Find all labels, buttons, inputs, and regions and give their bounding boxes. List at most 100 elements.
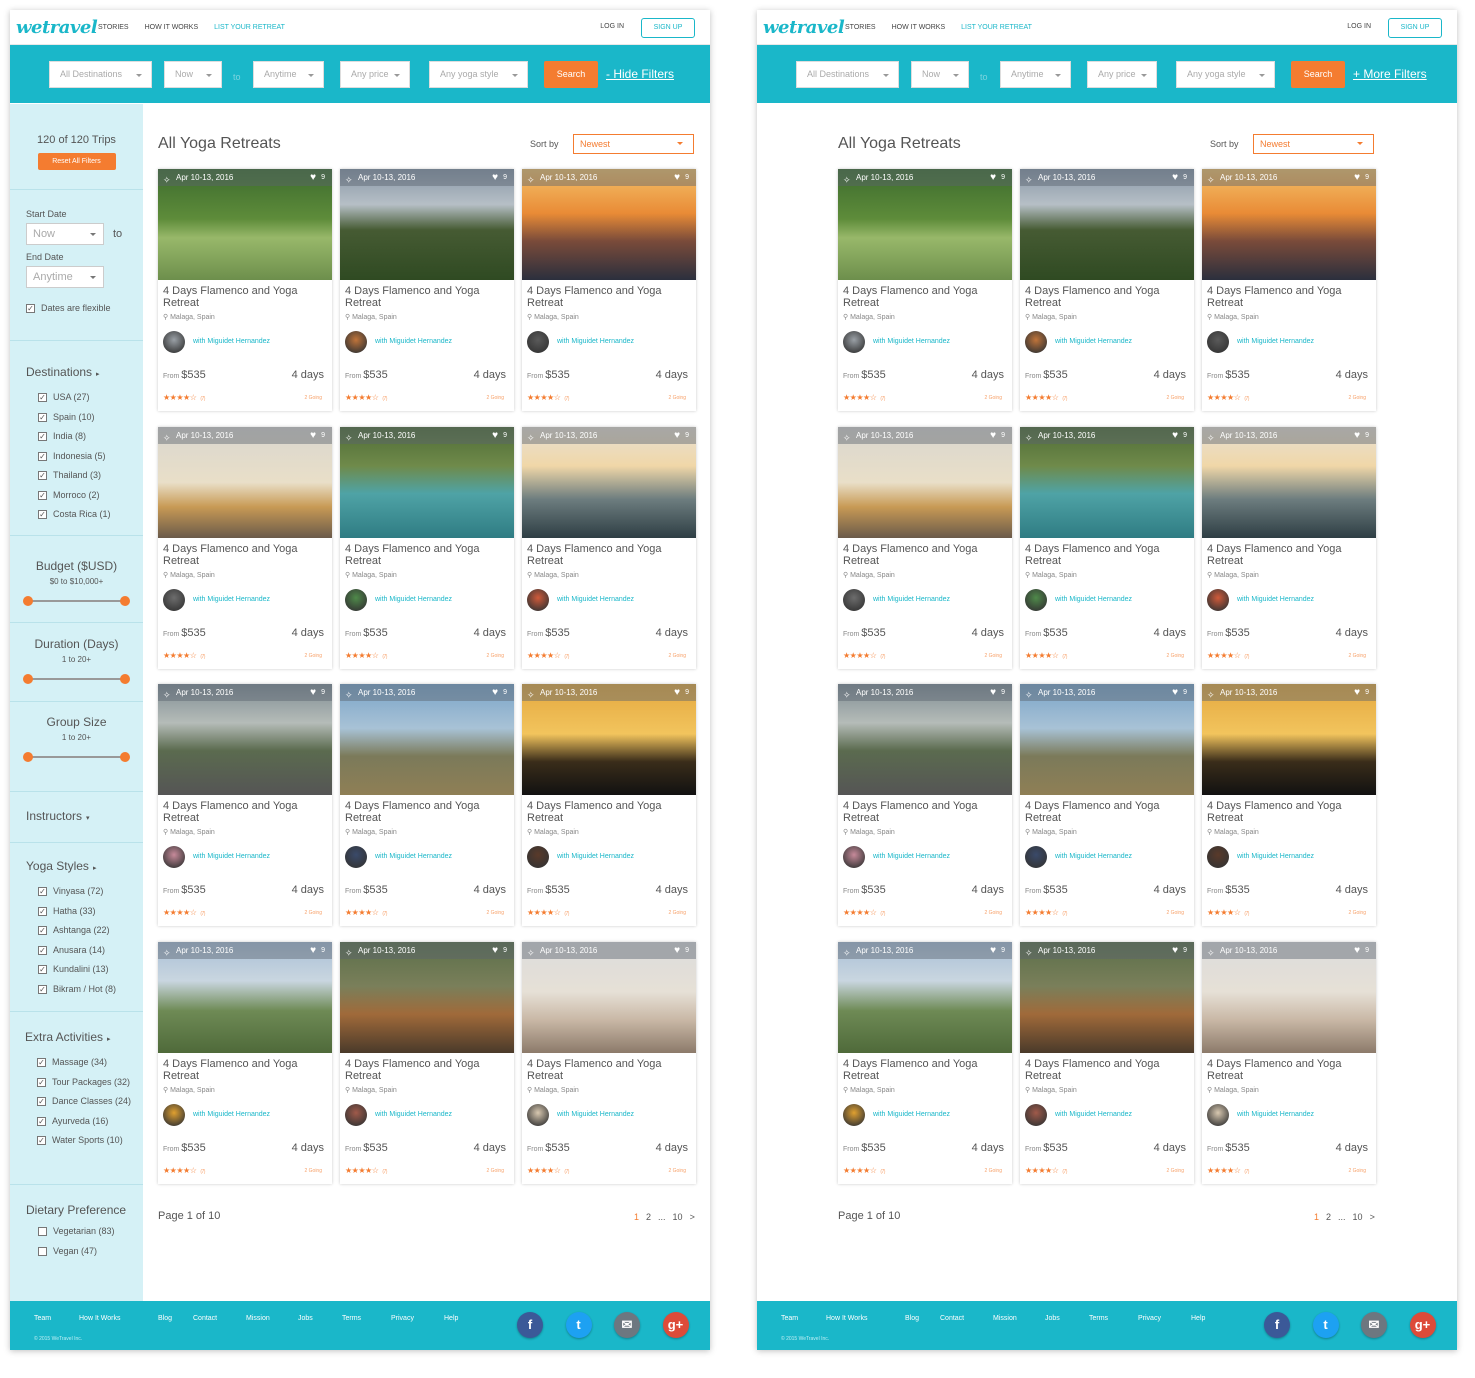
page-link[interactable]: 10 (673, 1212, 683, 1222)
instructor-avatar[interactable] (345, 846, 367, 868)
sort-select[interactable]: Newest (1253, 134, 1374, 154)
page-link[interactable]: > (1370, 1212, 1375, 1222)
retreat-card[interactable]: ✧ Apr 10-13, 2016 ♥ 9 4 Days Flamenco and Yo… (340, 169, 514, 411)
heart-icon[interactable]: ♥ (1172, 684, 1178, 701)
destination-checkbox[interactable]: ✓ Costa Rica (1) (38, 509, 143, 520)
email-icon[interactable]: ✉ (614, 1312, 640, 1338)
instructors-filter[interactable]: Instructors ▾ (26, 809, 143, 823)
retreat-photo[interactable]: ✧ Apr 10-13, 2016 ♥ 9 (1202, 941, 1376, 1053)
heart-icon[interactable]: ♥ (1172, 942, 1178, 959)
retreat-photo[interactable]: ✧ Apr 10-13, 2016 ♥ 9 (1020, 684, 1194, 795)
slider-max-handle[interactable] (120, 752, 130, 762)
start-date-select[interactable]: Now (164, 61, 222, 88)
footer-link[interactable]: How It Works (826, 1315, 905, 1322)
footer-link[interactable]: Terms (342, 1315, 391, 1322)
heart-icon[interactable]: ♥ (310, 942, 316, 959)
heart-icon[interactable]: ♥ (492, 427, 498, 444)
retreat-card[interactable]: ✧ Apr 10-13, 2016 ♥ 9 4 Days Flamenco and Yo… (1020, 684, 1194, 926)
instructor-link[interactable]: with Miguidet Hernandez (1055, 338, 1132, 345)
retreat-photo[interactable]: ✧ Apr 10-13, 2016 ♥ 9 (1202, 426, 1376, 538)
retreat-title[interactable]: 4 Days Flamenco and Yoga Retreat (527, 800, 692, 824)
retreat-card[interactable]: ✧ Apr 10-13, 2016 ♥ 9 4 Days Flamenco and Yo… (1202, 426, 1376, 669)
retreat-title[interactable]: 4 Days Flamenco and Yoga Retreat (1025, 543, 1190, 567)
retreat-title[interactable]: 4 Days Flamenco and Yoga Retreat (345, 285, 510, 309)
yoga-style-select[interactable]: Any yoga style (429, 61, 528, 88)
heart-icon[interactable]: ♥ (492, 169, 498, 186)
diet-checkbox[interactable]: Vegetarian (83) (38, 1226, 143, 1237)
login-link[interactable]: LOG IN (1347, 23, 1371, 30)
retreat-card[interactable]: ✧ Apr 10-13, 2016 ♥ 9 4 Days Flamenco and Yo… (1202, 684, 1376, 926)
yoga-style-checkbox[interactable]: ✓ Anusara (14) (38, 945, 143, 956)
footer-link[interactable]: Blog (905, 1315, 940, 1322)
heart-icon[interactable]: ♥ (990, 942, 996, 959)
footer-link[interactable]: Jobs (298, 1315, 342, 1322)
retreat-photo[interactable]: ✧ Apr 10-13, 2016 ♥ 9 (340, 941, 514, 1053)
instructor-link[interactable]: with Miguidet Hernandez (193, 338, 270, 345)
heart-icon[interactable]: ♥ (310, 427, 316, 444)
instructor-avatar[interactable] (345, 588, 367, 611)
start-date-dropdown[interactable]: Now (26, 223, 104, 245)
destinations-title[interactable]: Destinations ▸ (26, 365, 143, 379)
retreat-photo[interactable]: ✧ Apr 10-13, 2016 ♥ 9 (340, 169, 514, 280)
retreat-photo[interactable]: ✧ Apr 10-13, 2016 ♥ 9 (838, 684, 1012, 795)
footer-link[interactable]: Team (781, 1315, 826, 1322)
instructor-link[interactable]: with Miguidet Hernandez (557, 338, 634, 345)
start-date-select[interactable]: Now (911, 61, 969, 88)
signup-button[interactable]: SIGN UP (641, 18, 695, 38)
retreat-title[interactable]: 4 Days Flamenco and Yoga Retreat (843, 1058, 1008, 1082)
retreat-title[interactable]: 4 Days Flamenco and Yoga Retreat (345, 543, 510, 567)
extra-activity-checkbox[interactable]: ✓ Dance Classes (24) (37, 1096, 143, 1107)
instructor-link[interactable]: with Miguidet Hernandez (193, 853, 270, 860)
instructor-avatar[interactable] (843, 331, 865, 353)
retreat-card[interactable]: ✧ Apr 10-13, 2016 ♥ 9 4 Days Flamenco and Yo… (838, 684, 1012, 926)
footer-link[interactable]: Mission (246, 1315, 298, 1322)
extra-activity-checkbox[interactable]: ✓ Massage (34) (37, 1057, 143, 1068)
retreat-title[interactable]: 4 Days Flamenco and Yoga Retreat (1207, 543, 1372, 567)
price-select[interactable]: Any price (340, 61, 410, 88)
instructor-avatar[interactable] (527, 588, 549, 611)
destination-select[interactable]: All Destinations (796, 61, 899, 88)
instructor-link[interactable]: with Miguidet Hernandez (1237, 338, 1314, 345)
retreat-photo[interactable]: ✧ Apr 10-13, 2016 ♥ 9 (158, 169, 332, 280)
yoga-style-select[interactable]: Any yoga style (1176, 61, 1275, 88)
retreat-photo[interactable]: ✧ Apr 10-13, 2016 ♥ 9 (158, 941, 332, 1053)
extra-activity-checkbox[interactable]: ✓ Ayurveda (16) (37, 1116, 143, 1127)
slider-max-handle[interactable] (120, 674, 130, 684)
instructor-avatar[interactable] (1207, 588, 1229, 611)
retreat-title[interactable]: 4 Days Flamenco and Yoga Retreat (163, 1058, 328, 1082)
retreat-card[interactable]: ✧ Apr 10-13, 2016 ♥ 9 4 Days Flamenco and Yo… (1202, 941, 1376, 1184)
sort-select[interactable]: Newest (573, 134, 694, 154)
instructor-avatar[interactable] (345, 331, 367, 353)
instructor-avatar[interactable] (163, 588, 185, 611)
instructor-link[interactable]: with Miguidet Hernandez (873, 853, 950, 860)
instructor-link[interactable]: with Miguidet Hernandez (375, 338, 452, 345)
retreat-photo[interactable]: ✧ Apr 10-13, 2016 ♥ 9 (1202, 169, 1376, 280)
heart-icon[interactable]: ♥ (1354, 169, 1360, 186)
twitter-icon[interactable]: t (565, 1312, 592, 1338)
retreat-card[interactable]: ✧ Apr 10-13, 2016 ♥ 9 4 Days Flamenco and Yo… (838, 426, 1012, 669)
yoga-style-checkbox[interactable]: ✓ Bikram / Hot (8) (38, 984, 143, 995)
instructor-link[interactable]: with Miguidet Hernandez (375, 596, 452, 603)
footer-link[interactable]: Blog (158, 1315, 193, 1322)
page-link[interactable]: 1 (1314, 1212, 1319, 1222)
page-link[interactable]: ... (658, 1212, 666, 1222)
destination-select[interactable]: All Destinations (49, 61, 152, 88)
destination-checkbox[interactable]: ✓ Morroco (2) (38, 490, 143, 501)
footer-link[interactable]: Mission (993, 1315, 1045, 1322)
retreat-title[interactable]: 4 Days Flamenco and Yoga Retreat (1207, 800, 1372, 824)
retreat-photo[interactable]: ✧ Apr 10-13, 2016 ♥ 9 (838, 426, 1012, 538)
retreat-photo[interactable]: ✧ Apr 10-13, 2016 ♥ 9 (340, 426, 514, 538)
instructor-avatar[interactable] (1025, 588, 1047, 611)
heart-icon[interactable]: ♥ (1172, 169, 1178, 186)
google-plus-icon[interactable]: g+ (662, 1312, 689, 1338)
instructor-avatar[interactable] (1207, 1103, 1229, 1126)
retreat-card[interactable]: ✧ Apr 10-13, 2016 ♥ 9 4 Days Flamenco and Yo… (158, 684, 332, 926)
instructor-link[interactable]: with Miguidet Hernandez (193, 1111, 270, 1118)
instructor-avatar[interactable] (163, 331, 185, 353)
end-date-select[interactable]: Anytime (253, 61, 324, 88)
retreat-card[interactable]: ✧ Apr 10-13, 2016 ♥ 9 4 Days Flamenco and Yo… (522, 426, 696, 669)
destination-checkbox[interactable]: ✓ USA (27) (38, 392, 143, 403)
heart-icon[interactable]: ♥ (674, 942, 680, 959)
instructor-link[interactable]: with Miguidet Hernandez (557, 596, 634, 603)
budget-filter-slider[interactable] (23, 596, 130, 606)
